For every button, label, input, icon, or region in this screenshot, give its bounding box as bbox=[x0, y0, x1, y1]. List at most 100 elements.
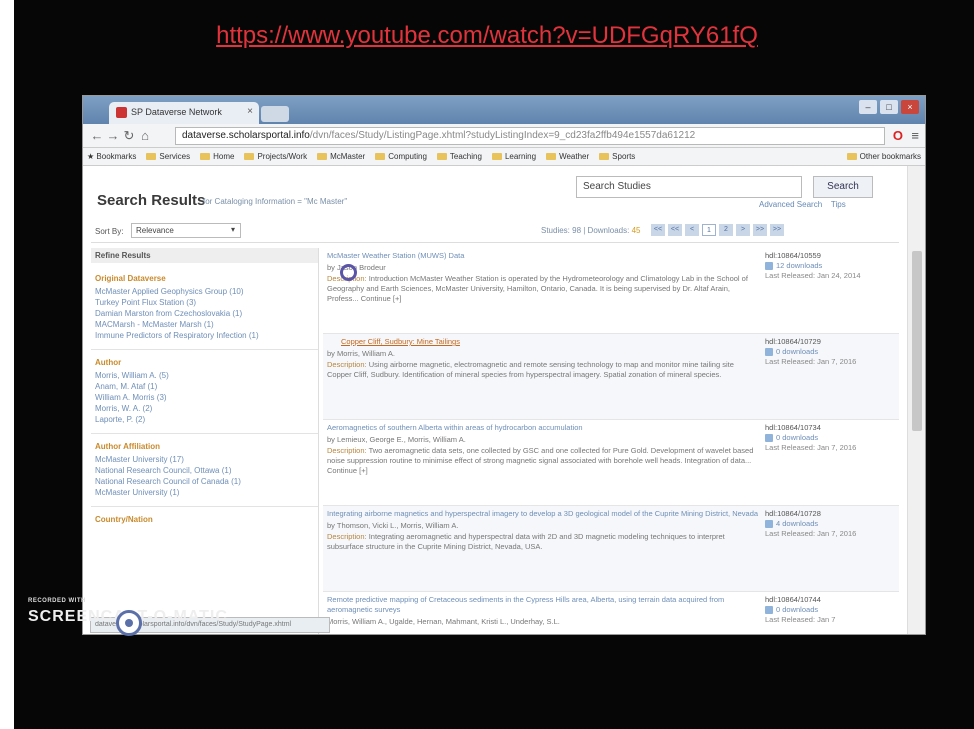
results-subtitle: for Cataloging Information = "Mc Master" bbox=[203, 197, 348, 206]
result-downloads[interactable]: 0 downloads bbox=[776, 433, 818, 442]
page-number[interactable]: 2 bbox=[719, 224, 733, 236]
result-downloads[interactable]: 0 downloads bbox=[776, 347, 818, 356]
chevron-down-icon: ▾ bbox=[230, 225, 235, 234]
bookmark-item[interactable]: Teaching bbox=[436, 152, 482, 161]
facet-item[interactable]: McMaster University (1) bbox=[95, 487, 314, 498]
facet-item[interactable]: Turkey Point Flux Station (3) bbox=[95, 297, 314, 308]
facet-item[interactable]: Laporte, P. (2) bbox=[95, 414, 314, 425]
bookmark-item[interactable]: Services bbox=[146, 152, 190, 161]
tab-title: SP Dataverse Network bbox=[131, 107, 222, 117]
bookmark-item[interactable]: McMaster bbox=[317, 152, 365, 161]
download-icon bbox=[765, 606, 773, 615]
tips-link[interactable]: Tips bbox=[831, 200, 846, 209]
result-handle[interactable]: hdl:10864/10559 bbox=[765, 251, 895, 261]
search-links: Advanced Search Tips bbox=[759, 200, 846, 209]
page-prev-button[interactable]: < bbox=[685, 224, 699, 236]
new-tab-button[interactable] bbox=[261, 106, 289, 122]
result-handle[interactable]: hdl:10864/10729 bbox=[765, 337, 895, 347]
maximize-icon[interactable]: □ bbox=[880, 100, 898, 114]
result-downloads[interactable]: 0 downloads bbox=[776, 605, 818, 614]
folder-icon bbox=[436, 153, 447, 160]
page-next-button[interactable]: > bbox=[736, 224, 750, 236]
scrollbar-thumb[interactable] bbox=[912, 251, 922, 431]
result-downloads[interactable]: 12 downloads bbox=[776, 261, 822, 270]
minimize-icon[interactable]: – bbox=[859, 100, 877, 114]
star-icon: ★ bbox=[87, 152, 97, 161]
refine-heading: Refine Results bbox=[91, 248, 318, 263]
result-handle[interactable]: hdl:10864/10744 bbox=[765, 595, 895, 605]
page-prev-block-button[interactable]: << bbox=[668, 224, 682, 236]
description-label: Description: bbox=[327, 446, 367, 455]
window-controls: – □ × bbox=[859, 100, 919, 114]
result-handle[interactable]: hdl:10864/10728 bbox=[765, 509, 895, 519]
sort-select[interactable]: Relevance ▾ bbox=[131, 223, 241, 238]
result-handle[interactable]: hdl:10864/10734 bbox=[765, 423, 895, 433]
facet-item[interactable]: Morris, William A. (5) bbox=[95, 370, 314, 381]
video-url-link[interactable]: https://www.youtube.com/watch?v=UDFGqRY6… bbox=[0, 22, 974, 50]
bookmark-item[interactable]: Home bbox=[200, 152, 234, 161]
bookmark-item[interactable]: Learning bbox=[491, 152, 536, 161]
page-next-block-button[interactable]: >> bbox=[753, 224, 767, 236]
result-title-link[interactable]: McMaster Weather Station (MUWS) Data bbox=[327, 251, 759, 261]
search-input[interactable]: Search Studies bbox=[576, 176, 802, 198]
result-downloads[interactable]: 4 downloads bbox=[776, 519, 818, 528]
description-label: Description: bbox=[327, 360, 367, 369]
folder-icon bbox=[200, 153, 211, 160]
result-title-link[interactable]: Integrating airborne magnetics and hyper… bbox=[327, 509, 759, 519]
result-released: Last Released: Jan 7, 2016 bbox=[765, 529, 857, 538]
bookmark-item[interactable]: Computing bbox=[375, 152, 427, 161]
forward-arrow-icon[interactable]: → bbox=[105, 128, 121, 143]
close-window-icon[interactable]: × bbox=[901, 100, 919, 114]
download-icon bbox=[765, 262, 773, 271]
back-arrow-icon[interactable]: ← bbox=[89, 128, 105, 143]
search-button[interactable]: Search bbox=[813, 176, 873, 198]
facet-item[interactable]: McMaster University (17) bbox=[95, 454, 314, 465]
title-bar: SP Dataverse Network × – □ × bbox=[83, 96, 925, 124]
list-item: Copper Cliff, Sudbury: Mine Tailings by … bbox=[323, 334, 899, 420]
result-title-link[interactable]: Remote predictive mapping of Cretaceous … bbox=[327, 595, 759, 615]
extension-icon[interactable]: O bbox=[893, 128, 903, 143]
facet-item[interactable]: MACMarsh - McMaster Marsh (1) bbox=[95, 319, 314, 330]
vertical-scrollbar[interactable] bbox=[907, 166, 925, 634]
description-text: Introduction McMaster Weather Station is… bbox=[327, 274, 748, 303]
page-last-button[interactable]: >> bbox=[770, 224, 784, 236]
result-description: Description: Two aeromagnetic data sets,… bbox=[327, 446, 759, 476]
download-icon bbox=[765, 434, 773, 443]
folder-icon bbox=[146, 153, 157, 160]
facet-item[interactable]: McMaster Applied Geophysics Group (10) bbox=[95, 286, 314, 297]
facet-item[interactable]: National Research Council, Ottawa (1) bbox=[95, 465, 314, 476]
facet-item[interactable]: Anam, M. Ataf (1) bbox=[95, 381, 314, 392]
facet-item[interactable]: Morris, W. A. (2) bbox=[95, 403, 314, 414]
description-text: Integrating aeromagnetic and hyperspectr… bbox=[327, 532, 725, 551]
result-title-link[interactable]: Copper Cliff, Sudbury: Mine Tailings bbox=[327, 337, 759, 347]
result-released: Last Released: Jan 7 bbox=[765, 615, 836, 624]
facet-item[interactable]: National Research Council of Canada (1) bbox=[95, 476, 314, 487]
sort-value: Relevance bbox=[136, 226, 174, 235]
advanced-search-link[interactable]: Advanced Search bbox=[759, 200, 822, 209]
facet-item[interactable]: Damian Marston from Czechoslovakia (1) bbox=[95, 308, 314, 319]
facet-item[interactable]: Immune Predictors of Respiratory Infecti… bbox=[95, 330, 314, 341]
reload-icon[interactable]: ↻ bbox=[121, 128, 137, 144]
facet-item[interactable]: William A. Morris (3) bbox=[95, 392, 314, 403]
folder-icon bbox=[599, 153, 610, 160]
result-title-link[interactable]: Aeromagnetics of southern Alberta within… bbox=[327, 423, 759, 433]
browser-tab[interactable]: SP Dataverse Network × bbox=[109, 102, 259, 124]
bookmark-item[interactable]: Sports bbox=[599, 152, 635, 161]
bookmark-item[interactable]: Projects/Work bbox=[244, 152, 307, 161]
result-meta: hdl:10864/10559 12 downloads Last Releas… bbox=[765, 251, 895, 281]
result-meta: hdl:10864/10734 0 downloads Last Release… bbox=[765, 423, 895, 453]
facet-title: Author bbox=[95, 358, 122, 367]
other-bookmarks[interactable]: Other bookmarks bbox=[846, 152, 921, 161]
address-bar[interactable]: dataverse.scholarsportal.info/dvn/faces/… bbox=[175, 127, 885, 145]
home-icon[interactable]: ⌂ bbox=[137, 128, 153, 143]
list-item: Remote predictive mapping of Cretaceous … bbox=[323, 592, 899, 634]
menu-icon[interactable]: ≡ bbox=[911, 128, 919, 143]
facet-author: Author Morris, William A. (5) Anam, M. A… bbox=[91, 350, 318, 434]
folder-icon bbox=[491, 153, 502, 160]
tab-close-icon[interactable]: × bbox=[247, 106, 253, 117]
page-first-button[interactable]: << bbox=[651, 224, 665, 236]
bookmark-item[interactable]: ★ Bookmarks bbox=[87, 152, 136, 161]
bookmark-item[interactable]: Weather bbox=[546, 152, 589, 161]
page-current[interactable]: 1 bbox=[702, 224, 716, 236]
page-title: Search Results bbox=[97, 192, 206, 209]
